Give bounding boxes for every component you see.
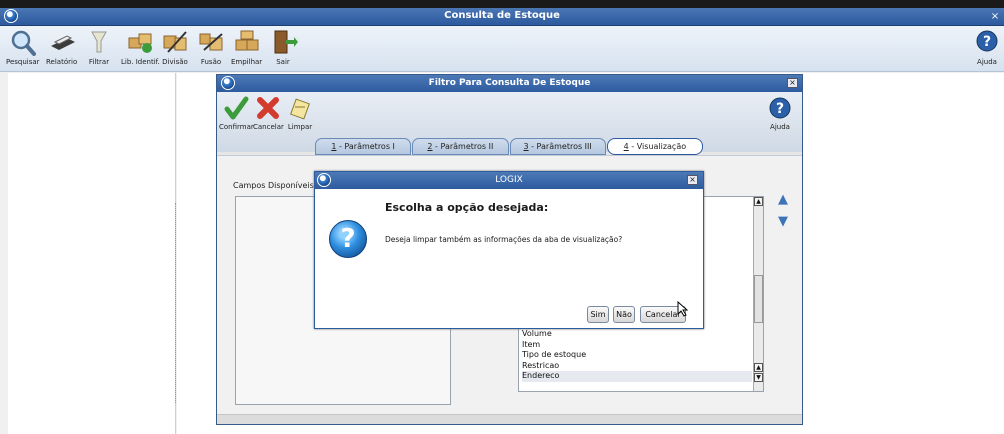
toolbar-label: Relatório bbox=[46, 58, 78, 66]
list-item[interactable]: Restricao bbox=[522, 361, 752, 372]
move-down-arrow-icon[interactable]: ▼ bbox=[778, 214, 788, 229]
toolbar-label: Lib. Identif. bbox=[121, 58, 160, 66]
toolbar-label: Limpar bbox=[287, 123, 313, 131]
top-bar bbox=[0, 0, 1004, 8]
toolbar-filtrar-button[interactable]: Filtrar bbox=[84, 28, 114, 66]
cancelar-button[interactable]: Cancelar bbox=[253, 95, 284, 131]
stack-boxes-icon bbox=[232, 28, 262, 56]
red-x-icon bbox=[255, 95, 281, 121]
tab-label: - Parâmetros I bbox=[336, 142, 395, 151]
toolbar-lib-identif-button[interactable]: Lib. Identif. bbox=[121, 28, 160, 66]
scroll-down-arrow-icon[interactable]: ▼ bbox=[754, 373, 763, 382]
confirmar-button[interactable]: Confirmar bbox=[219, 95, 254, 131]
toolbar-label: Fusão bbox=[200, 58, 222, 66]
toolbar-label: Confirmar bbox=[219, 123, 254, 131]
tab-parametros-2[interactable]: 2 - Parâmetros II bbox=[412, 138, 509, 155]
left-panel bbox=[8, 73, 176, 434]
tab-visualizacao[interactable]: 4 - Visualização bbox=[606, 138, 703, 155]
filter-close-button[interactable]: × bbox=[787, 78, 798, 88]
toolbar-label: Sair bbox=[276, 58, 290, 66]
help-icon: ? bbox=[767, 95, 793, 121]
toolbar-divisao-button[interactable]: Divisão bbox=[160, 28, 190, 66]
svg-text:?: ? bbox=[983, 34, 991, 50]
toolbar-label: Pesquisar bbox=[6, 58, 40, 66]
list-item[interactable]: Endereco bbox=[522, 371, 752, 382]
nao-button[interactable]: Não bbox=[613, 306, 635, 323]
question-icon: ? bbox=[329, 220, 367, 258]
dialog-message: Deseja limpar também as informações da a… bbox=[385, 235, 623, 244]
toolbar-ajuda-button[interactable]: ? Ajuda bbox=[972, 28, 1002, 66]
logix-app-icon bbox=[317, 173, 331, 187]
toolbar-label: Empilhar bbox=[231, 58, 263, 66]
toolbar-label: Cancelar bbox=[253, 123, 284, 131]
toolbar-fusao-button[interactable]: Fusão bbox=[196, 28, 226, 66]
filter-tabs: 1 - Parâmetros I 2 - Parâmetros II 3 - P… bbox=[315, 138, 704, 155]
boxes-cut-icon bbox=[160, 28, 190, 56]
scroll-up-arrow-icon[interactable]: ▲ bbox=[754, 197, 763, 206]
tab-label: - Parâmetros III bbox=[528, 142, 592, 151]
app-window: Consulta de Estoque × Pesquisar Relatóri… bbox=[0, 0, 1004, 434]
campos-disponiveis-label: Campos Disponíveis bbox=[233, 181, 314, 190]
list-item[interactable]: Item bbox=[522, 340, 752, 351]
sim-button[interactable]: Sim bbox=[587, 306, 609, 323]
toolbar-label: Filtrar bbox=[88, 58, 110, 66]
tab-parametros-1[interactable]: 1 - Parâmetros I bbox=[315, 138, 412, 155]
eraser-icon bbox=[287, 95, 313, 121]
svg-text:?: ? bbox=[776, 101, 784, 117]
list-item[interactable]: Tipo de estoque bbox=[522, 350, 752, 361]
scroll-thumb[interactable] bbox=[754, 275, 763, 323]
selected-fields-items: Volume Item Tipo de estoque Restricao En… bbox=[522, 329, 752, 382]
help-icon: ? bbox=[972, 28, 1002, 56]
toolbar-relatorio-button[interactable]: Relatório bbox=[46, 28, 77, 66]
toolbar-label: Ajuda bbox=[770, 123, 790, 131]
exit-door-icon bbox=[268, 28, 298, 56]
printer-icon bbox=[47, 28, 77, 56]
move-up-arrow-icon[interactable]: ▲ bbox=[778, 192, 788, 207]
magnifier-icon bbox=[8, 28, 38, 56]
mouse-cursor-icon bbox=[677, 300, 689, 320]
toolbar-label: Ajuda bbox=[977, 58, 997, 66]
boxes-icon bbox=[125, 28, 155, 56]
toolbar-sair-button[interactable]: Sair bbox=[268, 28, 298, 66]
window-title-bar: Consulta de Estoque × bbox=[0, 8, 1004, 26]
dialog-heading: Escolha a opção desejada: bbox=[385, 201, 549, 214]
toolbar-label: Divisão bbox=[162, 58, 188, 66]
filter-status-bar bbox=[217, 414, 802, 424]
toolbar-empilhar-button[interactable]: Empilhar bbox=[231, 28, 262, 66]
tab-parametros-3[interactable]: 3 - Parâmetros III bbox=[509, 138, 606, 155]
filter-ajuda-button[interactable]: ? Ajuda bbox=[767, 95, 793, 131]
window-close-button[interactable]: × bbox=[988, 10, 1002, 23]
funnel-icon bbox=[84, 28, 114, 56]
checkmark-icon bbox=[223, 95, 249, 121]
filter-dialog-title: Filtro Para Consulta De Estoque bbox=[217, 75, 802, 92]
list-item[interactable]: Volume bbox=[522, 329, 752, 340]
logix-dialog: LOGIX × ? Escolha a opção desejada: Dese… bbox=[314, 171, 704, 329]
main-toolbar: Pesquisar Relatório Filtrar Lib. Identif… bbox=[0, 26, 1004, 72]
logix-dialog-title: LOGIX bbox=[315, 172, 703, 189]
selected-fields-scrollbar[interactable]: ▲ ▲ ▼ bbox=[753, 197, 763, 391]
tab-label: - Visualização bbox=[628, 142, 687, 151]
tab-label: - Parâmetros II bbox=[432, 142, 494, 151]
limpar-button[interactable]: Limpar bbox=[287, 95, 313, 131]
boxes-merge-icon bbox=[196, 28, 226, 56]
logix-close-button[interactable]: × bbox=[687, 175, 698, 185]
toolbar-pesquisar-button[interactable]: Pesquisar bbox=[6, 28, 40, 66]
window-title: Consulta de Estoque bbox=[444, 10, 560, 21]
logix-app-icon bbox=[221, 76, 235, 90]
scroll-up-arrow-icon[interactable]: ▲ bbox=[754, 363, 763, 372]
